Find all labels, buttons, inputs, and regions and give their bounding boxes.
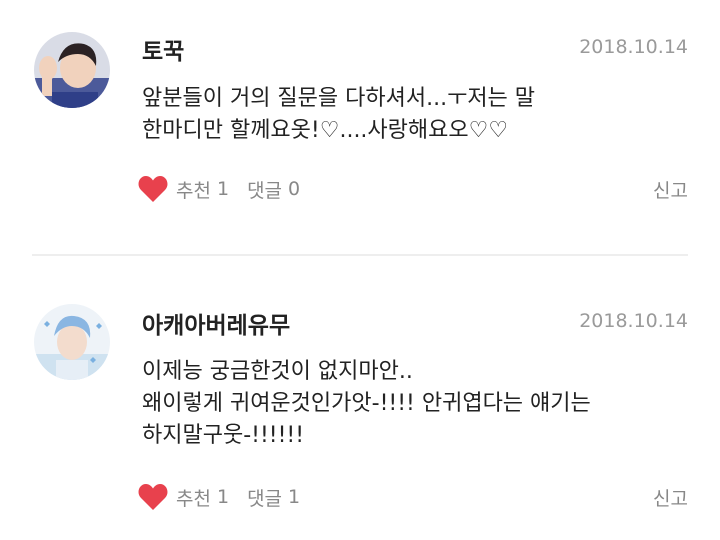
reply-count: 0: [288, 178, 301, 200]
comment-text-line: 왜이렇게 귀여운것인가앗-!!!! 안귀엽다는 얘기는: [142, 391, 591, 416]
comment-date: 2018.10.14: [579, 36, 688, 58]
comment-actions: 추천 1 댓글 0: [138, 174, 300, 204]
comment-date: 2018.10.14: [579, 310, 688, 332]
comment-text-line: 하지말구웃-!!!!!!: [142, 423, 305, 448]
like-label[interactable]: 추천: [176, 176, 211, 203]
comment-text: 앞분들이 거의 질문을 다하셔서...ㅜ저는 말 한마디만 할께요옷!♡....…: [142, 83, 692, 147]
comment-actions: 추천 1 댓글 1: [138, 482, 300, 512]
comment-text-line: 한마디만 할께요옷!♡....사랑해요오♡♡: [142, 118, 509, 143]
report-button[interactable]: 신고: [653, 176, 688, 203]
heart-icon[interactable]: [138, 483, 168, 511]
like-count: 1: [216, 178, 230, 200]
like-count: 1: [216, 486, 230, 508]
comment-item: 아캐아버레유무 2018.10.14 이제능 궁금한것이 없지마안.. 왜이렇게…: [0, 256, 720, 540]
report-button[interactable]: 신고: [653, 484, 688, 511]
comment-username[interactable]: 아캐아버레유무: [142, 306, 290, 340]
user-avatar[interactable]: [34, 32, 110, 108]
avatar-photo-icon: [34, 32, 110, 108]
reply-label[interactable]: 댓글: [247, 484, 282, 511]
comment-text-line: 앞분들이 거의 질문을 다하셔서...ㅜ저는 말: [142, 86, 536, 111]
user-avatar[interactable]: [34, 304, 110, 380]
comment-username[interactable]: 토꾹: [142, 32, 184, 66]
reply-label[interactable]: 댓글: [247, 176, 282, 203]
reply-count: 1: [288, 486, 301, 508]
avatar-photo-icon: [34, 304, 110, 380]
comment-text: 이제능 궁금한것이 없지마안.. 왜이렇게 귀여운것인가앗-!!!! 안귀엽다는…: [142, 356, 692, 452]
like-label[interactable]: 추천: [176, 484, 211, 511]
comment-item: 토꾹 2018.10.14 앞분들이 거의 질문을 다하셔서...ㅜ저는 말 한…: [0, 0, 720, 254]
comment-text-line: 이제능 궁금한것이 없지마안..: [142, 359, 413, 384]
heart-icon[interactable]: [138, 175, 168, 203]
